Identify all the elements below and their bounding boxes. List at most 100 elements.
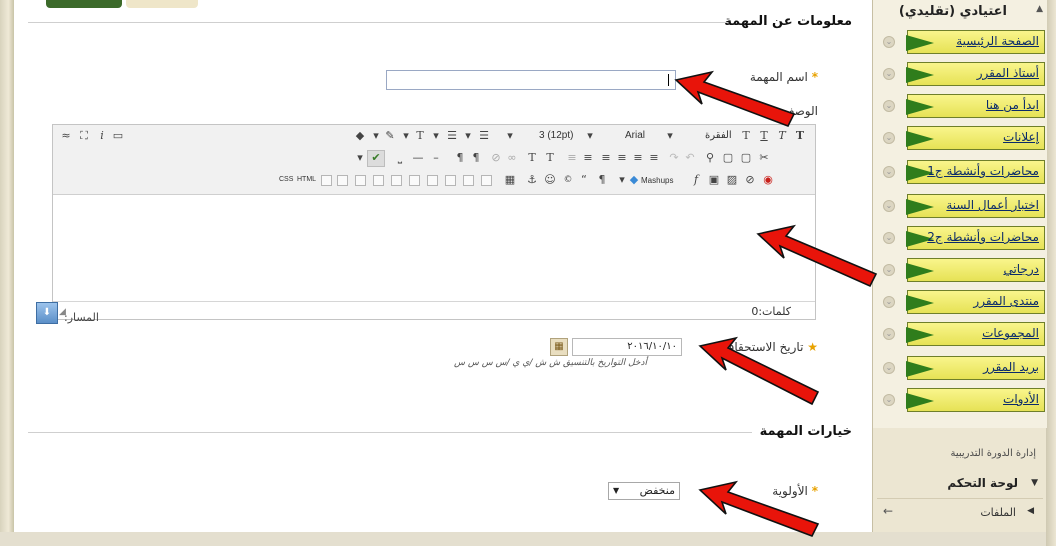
copyright-icon[interactable]: ©	[561, 173, 575, 187]
chevron-down-icon[interactable]: ▾	[503, 129, 517, 143]
paste-icon[interactable]: ▢	[721, 151, 735, 165]
table-column-icon[interactable]	[391, 175, 402, 186]
item-options-icon[interactable]: ⌄	[883, 394, 895, 406]
anchor-icon[interactable]: ⚓	[525, 173, 539, 187]
numbered-list-icon[interactable]: ☰	[445, 129, 459, 143]
description-editor[interactable]: ≈ ⛶ i ▭ ◆ ▾ ✎ ▾ T ▾ ☰ ▾ ☰ ▾ 3 (12pt) ▾ A…	[52, 124, 816, 320]
table-split-icon[interactable]	[427, 175, 438, 186]
font-family-select[interactable]: Arial	[625, 130, 645, 141]
emoticon-icon[interactable]: ☺	[543, 173, 557, 187]
sidebar-item-course-forum[interactable]: منتدى المقرر	[906, 290, 1045, 314]
youtube-icon[interactable]: ◉	[761, 173, 775, 187]
sidebar-item-announcements[interactable]: إعلانات	[906, 126, 1045, 150]
table-column-icon[interactable]	[409, 175, 420, 186]
item-options-icon[interactable]: ⌄	[883, 264, 895, 276]
eraser-icon[interactable]: ◆	[353, 129, 367, 143]
sidebar-item-home[interactable]: الصفحة الرئيسية	[906, 30, 1045, 54]
underline-icon[interactable]: T	[757, 129, 771, 143]
chevron-down-icon[interactable]: ▾	[583, 129, 597, 143]
undo-icon[interactable]: ↶	[683, 151, 697, 165]
sidebar-item-course-mail[interactable]: بريد المقرر	[906, 356, 1045, 380]
table-row-icon[interactable]	[373, 175, 384, 186]
item-options-icon[interactable]: ⌄	[883, 68, 895, 80]
italic-icon[interactable]: T	[775, 129, 789, 143]
redo-icon[interactable]: ↷	[667, 151, 681, 165]
item-options-icon[interactable]: ⌄	[883, 296, 895, 308]
cancel-button[interactable]	[126, 0, 198, 8]
chevron-down-icon[interactable]: ▾	[353, 151, 367, 165]
priority-select[interactable]: منخفض ▼	[608, 482, 680, 500]
table-row-icon[interactable]	[355, 175, 366, 186]
mashups-button[interactable]: Mashups	[641, 176, 673, 185]
insert-table-icon[interactable]: ▦	[503, 173, 517, 187]
math-formula-icon[interactable]: f	[689, 173, 703, 187]
fullscreen-icon[interactable]: ⛶	[77, 129, 91, 143]
subscript-icon[interactable]: T	[525, 151, 539, 165]
indent-icon[interactable]: ≡	[581, 151, 595, 165]
align-left-icon[interactable]: ≡	[647, 151, 661, 165]
sidebar-item-groups[interactable]: المجموعات	[906, 322, 1045, 346]
window-scrollbar[interactable]	[1046, 0, 1056, 546]
insert-image-icon[interactable]: ▨	[725, 173, 739, 187]
text-color-icon[interactable]: T	[413, 129, 427, 143]
sidebar-item-start-here[interactable]: ابدأ من هنا	[906, 94, 1045, 118]
html-button[interactable]: HTML	[297, 176, 316, 183]
align-right-icon[interactable]: ≡	[615, 151, 629, 165]
task-name-input[interactable]	[386, 70, 676, 90]
expand-triangle-icon[interactable]: ▼	[1031, 478, 1038, 488]
css-button[interactable]: CSS	[279, 176, 293, 183]
superscript-icon[interactable]: T	[543, 151, 557, 165]
info-icon[interactable]: i	[95, 129, 109, 143]
sidebar-item-lectures-part1[interactable]: محاضرات وأنشطة ج1	[906, 160, 1045, 184]
chevron-down-icon[interactable]: ▾	[461, 129, 475, 143]
table-cell-icon[interactable]	[321, 175, 332, 186]
copy-icon[interactable]: ▢	[739, 151, 753, 165]
calendar-icon[interactable]: ▦	[550, 338, 568, 356]
embed-media-icon[interactable]: ▣	[707, 173, 721, 187]
chevron-down-icon[interactable]: ▾	[663, 129, 677, 143]
horizontal-line-icon[interactable]: —	[411, 151, 425, 165]
bold-icon[interactable]: T	[793, 129, 807, 143]
files-link[interactable]: الملفات	[980, 506, 1016, 519]
link-icon[interactable]: ∞	[505, 151, 519, 165]
cut-icon[interactable]: ✂	[757, 151, 771, 165]
align-justify-icon[interactable]: ≡	[599, 151, 613, 165]
expand-triangle-icon[interactable]: ◀	[1027, 506, 1034, 516]
item-options-icon[interactable]: ⌄	[883, 232, 895, 244]
table-cell-icon[interactable]	[337, 175, 348, 186]
sidebar-item-tools[interactable]: الأدوات	[906, 388, 1045, 412]
font-size-select[interactable]: 3 (12pt)	[539, 130, 573, 141]
arrow-left-icon[interactable]: ←	[883, 504, 893, 518]
bullet-list-icon[interactable]: ☰	[477, 129, 491, 143]
item-options-icon[interactable]: ⌄	[883, 362, 895, 374]
unlink-icon[interactable]: ⊘	[489, 151, 503, 165]
rtl-direction-icon[interactable]: ¶	[453, 151, 467, 165]
sidebar-item-instructor[interactable]: أستاذ المقرر	[906, 62, 1045, 86]
blockquote-icon[interactable]: “	[577, 173, 591, 187]
nonbreaking-space-icon[interactable]: ⎵	[393, 151, 407, 165]
table-delete-icon[interactable]	[481, 175, 492, 186]
outdent-icon[interactable]: ≡	[565, 151, 579, 165]
due-date-input[interactable]: ٢٠١٦/١٠/١٠	[572, 338, 682, 356]
editor-expand-button[interactable]: ⬇	[36, 302, 58, 324]
table-props-icon[interactable]	[463, 175, 474, 186]
preview-icon[interactable]: ▭	[111, 129, 125, 143]
ltr-direction-icon[interactable]: ¶	[469, 151, 483, 165]
submit-button[interactable]	[46, 0, 122, 8]
attach-file-icon[interactable]: ⊘	[743, 173, 757, 187]
collapse-arrow-icon[interactable]: ▲	[1036, 4, 1043, 14]
highlight-pen-icon[interactable]: ✎	[383, 129, 397, 143]
chevron-down-icon[interactable]: ▾	[399, 129, 413, 143]
item-options-icon[interactable]: ⌄	[883, 100, 895, 112]
dash-icon[interactable]: –	[429, 151, 443, 165]
strikethrough-icon[interactable]: T	[739, 129, 753, 143]
find-icon[interactable]: ⚲	[703, 151, 717, 165]
item-options-icon[interactable]: ⌄	[883, 200, 895, 212]
paragraph-select[interactable]: الفقرة	[705, 130, 732, 141]
sidebar-item-coursework-exam[interactable]: اختبار أعمال السنة	[906, 194, 1045, 218]
align-center-icon[interactable]: ≡	[631, 151, 645, 165]
item-options-icon[interactable]: ⌄	[883, 36, 895, 48]
item-options-icon[interactable]: ⌄	[883, 166, 895, 178]
control-panel-link[interactable]: لوحة التحكم	[947, 476, 1018, 490]
item-options-icon[interactable]: ⌄	[883, 328, 895, 340]
